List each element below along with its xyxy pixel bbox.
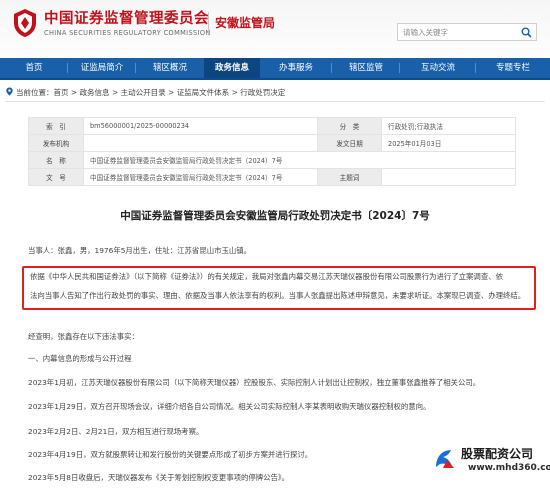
meta-label: 主题词: [317, 168, 382, 186]
breadcrumb-separator: >: [109, 88, 121, 97]
org-name-cn: 中国证券监督管理委员会: [44, 11, 209, 27]
breadcrumb-link[interactable]: 行政处罚决定: [240, 88, 285, 97]
meta-label: 名 称: [28, 151, 84, 169]
nav-item-about[interactable]: 证监局简介: [68, 58, 136, 78]
table-row: 索 引 bm56000001/2025-00000234 分 类 行政处罚;行政…: [28, 117, 516, 135]
watermark-logo-icon: [436, 450, 454, 468]
nav-item-supervision[interactable]: 辖区监管: [332, 58, 400, 78]
breadcrumb-separator: >: [229, 88, 241, 97]
nav-item-label: 互动交流: [420, 63, 455, 73]
meta-label: 索 引: [28, 117, 84, 135]
document-title: 中国证券监督管理委员会安徽监管局行政处罚决定书〔2024〕7号: [120, 210, 430, 222]
breadcrumb-link[interactable]: 证监局文件体系: [177, 88, 230, 97]
nav-item-region[interactable]: 辖区概况: [136, 58, 204, 78]
watermark: 股票配资公司 www.mhd360.com: [430, 444, 550, 488]
search-box: [397, 23, 537, 41]
highlight-line-1: 依据《中华人民共和国证券法》（以下简称《证券法》）的有关规定，我局对张鑫内幕交易…: [30, 272, 503, 281]
body-paragraph: 2023年2月2日、2月21日，双方相互进行现场考察。: [28, 427, 204, 436]
breadcrumb-link[interactable]: 首页: [54, 88, 69, 97]
nav-item-label: 专题专栏: [495, 63, 530, 73]
nav-item-label: 办事服务: [278, 63, 313, 73]
site-header: 中国证券监督管理委员会 CHINA SECURITIES REGULATORY …: [0, 0, 550, 56]
nav-item-topics[interactable]: 专题专栏: [476, 58, 550, 78]
meta-topic-value: [381, 168, 516, 186]
csrc-emblem-icon: [14, 9, 36, 37]
breadcrumb-link[interactable]: 政务信息: [80, 88, 110, 97]
nav-item-gov-info[interactable]: 政务信息: [204, 58, 260, 78]
breadcrumb-separator: >: [68, 88, 80, 97]
meta-label: 文 号: [28, 168, 84, 186]
meta-name-value: 中国证券监督管理委员会安徽监管局行政处罚决定书（2024）7号: [83, 151, 516, 169]
breadcrumb-link[interactable]: 主动公开目录: [121, 88, 166, 97]
meta-date-value: 2025年01月03日: [381, 134, 516, 152]
highlight-line-2: 法向当事人告知了作出行政处罚的事实、理由、依据及当事人依法享有的权利。当事人张鑫…: [30, 291, 526, 300]
table-row: 文 号 中国证券监督管理委员会安徽监管局行政处罚决定书（2024）7号 主题词: [28, 168, 516, 186]
nav-item-label: 辖区监管: [348, 63, 383, 73]
meta-docno-value: 中国证券监督管理委员会安徽监管局行政处罚决定书（2024）7号: [83, 168, 318, 186]
location-icon: [6, 87, 13, 96]
table-row: 名 称 中国证券监督管理委员会安徽监管局行政处罚决定书（2024）7号: [28, 151, 516, 169]
watermark-name: 股票配资公司: [461, 447, 534, 461]
breadcrumb-divider: [5, 101, 545, 102]
party-info: 当事人：张鑫，男，1976年5月出生，住址：江苏省昆山市玉山镇。: [28, 246, 252, 255]
nav-item-label: 首页: [25, 63, 43, 73]
logo-divider: [208, 12, 209, 34]
meta-label: 发布机构: [28, 134, 84, 152]
table-row: 发布机构 发文日期 2025年01月03日: [28, 134, 516, 152]
nav-item-interaction[interactable]: 互动交流: [400, 58, 476, 78]
section-heading: 一、内幕信息的形成与公开过程: [28, 354, 132, 363]
nav-item-services[interactable]: 办事服务: [260, 58, 332, 78]
nav-item-home[interactable]: 首页: [0, 58, 68, 78]
watermark-url: www.mhd360.com: [468, 463, 550, 473]
body-paragraph: 2023年5月8日收盘后，天瑞仪器发布《关于筹划控制权变更事项的停牌公告》。: [28, 473, 290, 482]
meta-issuer-value: [83, 134, 318, 152]
meta-label: 发文日期: [317, 134, 382, 152]
main-nav: 首页 证监局简介 辖区概况 政务信息 办事服务 辖区监管 互动交流 专题专栏: [0, 58, 550, 80]
nav-item-label: 证监局简介: [80, 63, 124, 73]
findings-intro: 经查明，张鑫存在以下违法事实：: [28, 332, 139, 341]
breadcrumb-separator: >: [165, 88, 177, 97]
meta-category-value: 行政处罚;行政执法: [381, 117, 516, 135]
sub-bureau-name: 安徽监管局: [215, 16, 276, 30]
document-metadata-table: 索 引 bm56000001/2025-00000234 分 类 行政处罚;行政…: [28, 117, 516, 186]
meta-index-value: bm56000001/2025-00000234: [83, 117, 318, 135]
search-input[interactable]: [403, 25, 515, 39]
search-icon[interactable]: [521, 27, 532, 38]
nav-item-label: 辖区概况: [152, 63, 187, 73]
body-paragraph: 2023年1月29日，双方召开现场会议，详细介绍各自公司情况。相关公司实际控制人…: [28, 402, 431, 411]
org-name-en: CHINA SECURITIES REGULATORY COMMISSION: [44, 29, 211, 37]
body-paragraph: 2023年4月19日，双方就股票转让和发行股份的关键要点形成了初步方案并进行探讨…: [28, 450, 313, 459]
breadcrumb-prefix: 当前位置：: [16, 88, 54, 97]
meta-label: 分 类: [317, 117, 382, 135]
breadcrumb: 当前位置：首页 > 政务信息 > 主动公开目录 > 证监局文件体系 > 行政处罚…: [5, 87, 285, 98]
body-paragraph: 2023年1月初，江苏天瑞仪器股份有限公司（以下简称天瑞仪器）控股股东、实际控制…: [28, 378, 481, 387]
nav-item-label: 政务信息: [214, 63, 249, 73]
